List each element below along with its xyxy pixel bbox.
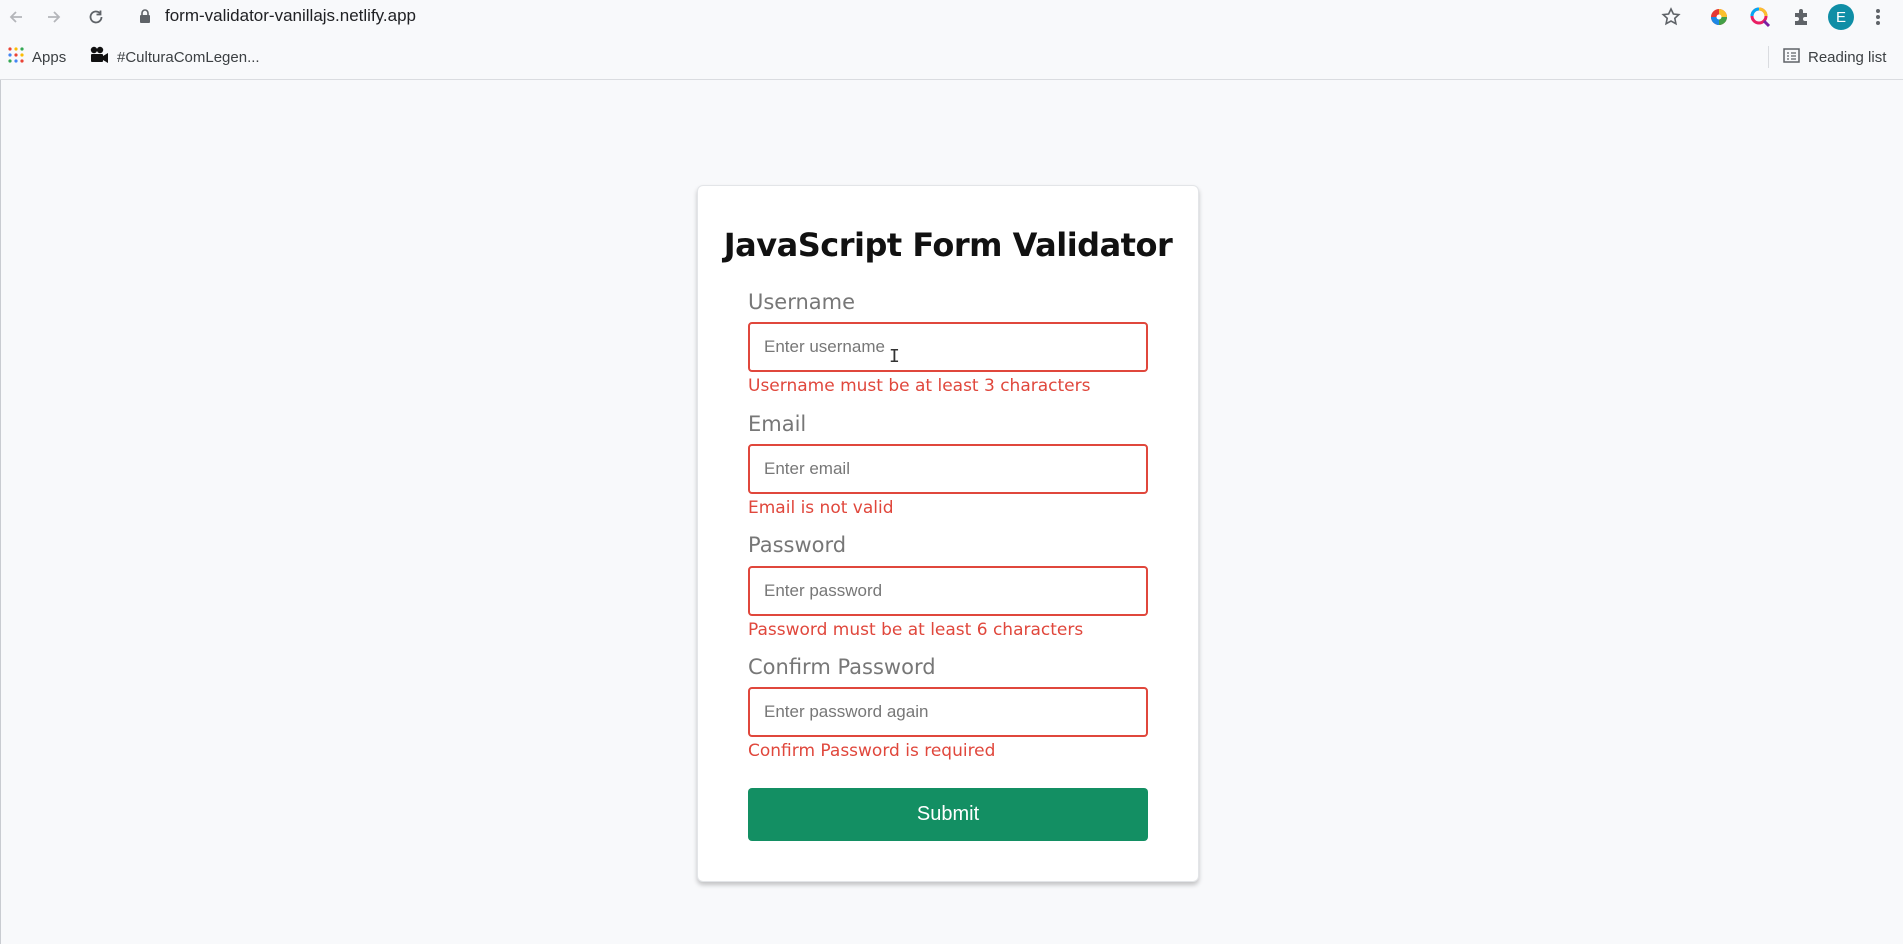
bookmark-culturacomlegen-label: #CulturaComLegen... (117, 48, 260, 66)
reading-list-icon (1783, 47, 1800, 67)
confirm-password-input[interactable] (748, 687, 1148, 737)
menu-kebab-icon[interactable] (1865, 4, 1891, 30)
bookmark-star-icon[interactable] (1658, 4, 1684, 30)
bookmark-culturacomlegen[interactable]: #CulturaComLegen... (89, 45, 260, 69)
profile-avatar[interactable]: E (1828, 4, 1854, 30)
email-label: Email (748, 412, 807, 436)
username-error: Username must be at least 3 characters (748, 376, 1091, 396)
browser-chrome-divider (0, 79, 1903, 80)
color-wheel-extension-icon[interactable] (1706, 4, 1732, 30)
bookmark-apps[interactable]: Apps (8, 45, 66, 69)
confirm-password-error: Confirm Password is required (748, 741, 996, 761)
text-cursor-icon: I (889, 346, 900, 367)
lock-icon[interactable] (138, 8, 152, 24)
window-edge (0, 80, 1, 944)
bookmarks-bar: Apps #CulturaComLegen... Reading list (0, 42, 1903, 72)
email-error: Email is not valid (748, 498, 894, 518)
email-input[interactable] (748, 444, 1148, 494)
username-label: Username (748, 290, 856, 314)
password-label: Password (748, 533, 847, 557)
address-bar-url[interactable]: form-validator-vanillajs.netlify.app (165, 6, 416, 26)
search-lens-extension-icon[interactable] (1747, 4, 1773, 30)
reload-icon[interactable] (83, 4, 109, 30)
password-input[interactable] (748, 566, 1148, 616)
browser-toolbar: form-validator-vanillajs.netlify.app E (0, 0, 1903, 34)
bookmarks-separator (1768, 46, 1769, 68)
confirm-password-label: Confirm Password (748, 655, 936, 679)
back-arrow-icon[interactable] (3, 4, 29, 30)
form-title: JavaScript Form Validator (723, 226, 1173, 264)
username-input[interactable] (748, 322, 1148, 372)
bookmark-apps-label: Apps (32, 48, 67, 66)
extensions-puzzle-icon[interactable] (1788, 4, 1814, 30)
password-error: Password must be at least 6 characters (748, 620, 1084, 640)
apps-grid-icon (8, 47, 24, 67)
camera-icon (89, 46, 109, 68)
forward-arrow-icon[interactable] (41, 4, 67, 30)
reading-list-label: Reading list (1808, 48, 1887, 66)
form-card: JavaScript Form Validator Username Usern… (697, 185, 1199, 882)
submit-button[interactable]: Submit (748, 788, 1148, 841)
reading-list-button[interactable]: Reading list (1783, 45, 1886, 69)
